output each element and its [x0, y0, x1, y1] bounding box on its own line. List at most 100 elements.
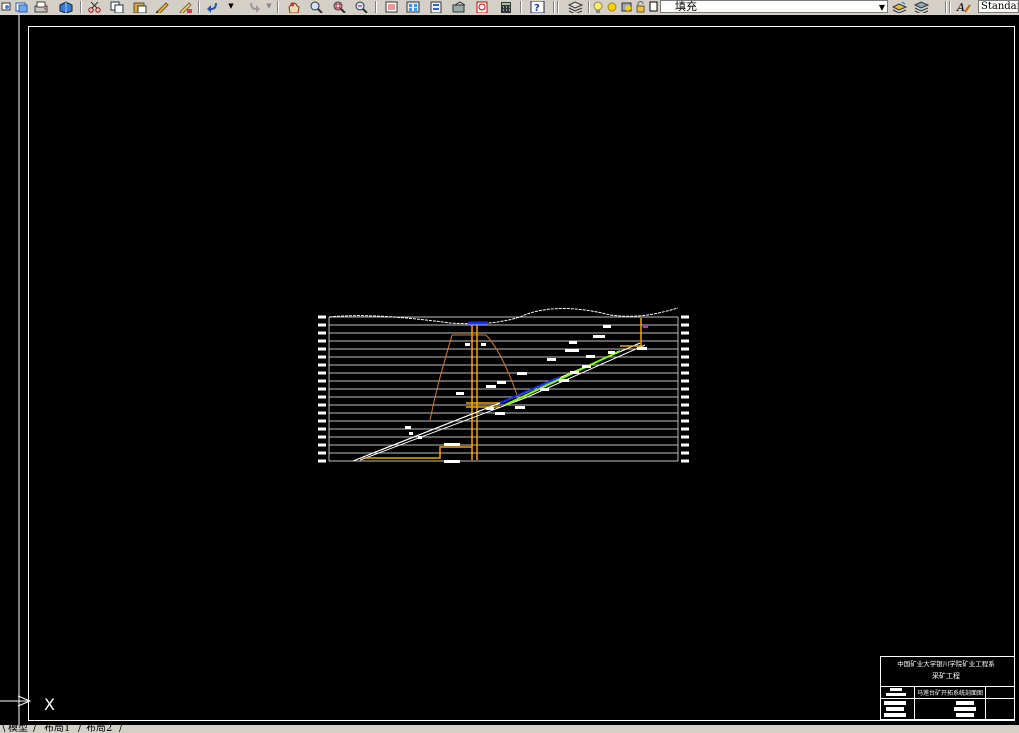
- elevation-tick-label: [681, 323, 689, 327]
- toolbar-separator: [553, 1, 555, 13]
- tab-separator: /: [33, 725, 37, 733]
- section-profile-drawing: [318, 307, 689, 463]
- toolbar-separator: [557, 1, 559, 13]
- title-block: 中国矿业大学银川学院矿业工程系 采矿工程 马莲台矿开拓系统剖面图: [880, 656, 1015, 720]
- toolbar-separator: [198, 1, 200, 13]
- elevation-label: [608, 351, 615, 354]
- redo-icon[interactable]: [244, 0, 262, 13]
- help-icon[interactable]: ?: [528, 0, 546, 13]
- layer-previous-icon[interactable]: [912, 0, 930, 13]
- tab-layout1[interactable]: 布局1: [44, 725, 70, 733]
- tab-nav-arrows[interactable]: \: [2, 725, 5, 733]
- air-shaft: [620, 318, 642, 347]
- zoom-previous-icon[interactable]: [352, 0, 370, 13]
- toolbar-separator: [588, 1, 590, 13]
- elevation-tick-label: [681, 403, 689, 407]
- layer-color-swatch-icon[interactable]: [648, 0, 658, 13]
- sheet-set-icon[interactable]: [450, 0, 468, 13]
- elevation-label: [481, 343, 486, 346]
- elevation-tick-label: [681, 387, 689, 391]
- elevation-tick-label: [318, 443, 326, 447]
- text-style-icon[interactable]: A: [955, 0, 973, 13]
- zoom-window-icon[interactable]: [330, 0, 348, 13]
- redo-dropdown-icon[interactable]: ▼: [264, 0, 274, 13]
- elevation-tick-label: [681, 371, 689, 375]
- zoom-realtime-icon[interactable]: [307, 0, 325, 13]
- elevation-label: [444, 443, 460, 446]
- chevron-down-icon: ▼: [878, 3, 885, 12]
- elevation-tick-label: [318, 355, 326, 359]
- make-object-layer-current-icon[interactable]: [890, 0, 908, 13]
- elevation-tick-label: [681, 331, 689, 335]
- elevation-tick-label: [681, 459, 689, 463]
- elevation-label: [586, 355, 595, 358]
- sun-icon[interactable]: [606, 0, 618, 13]
- elevation-label: [495, 412, 505, 415]
- pan-icon[interactable]: [284, 0, 302, 13]
- elevation-tick-label: [318, 411, 326, 415]
- elevation-tick-label: [681, 419, 689, 423]
- elevation-tick-label: [681, 443, 689, 447]
- elevation-label: [593, 335, 605, 338]
- text-style-dropdown[interactable]: Standard: [978, 0, 1019, 13]
- plot-icon[interactable]: [33, 0, 49, 13]
- elevation-label: [540, 388, 549, 391]
- elevation-tick-label: [318, 379, 326, 383]
- copy-icon[interactable]: [108, 0, 126, 13]
- zoom-previous-icon[interactable]: [0, 0, 12, 13]
- elevation-tick-label: [318, 403, 326, 407]
- paste-icon[interactable]: [130, 0, 148, 13]
- elevation-tick-label: [681, 451, 689, 455]
- tab-layout2[interactable]: 布局2: [86, 725, 112, 733]
- elevation-tick-label: [318, 427, 326, 431]
- incline-roadway-1: [352, 342, 641, 462]
- elevation-label: [637, 347, 647, 350]
- markup-icon[interactable]: [473, 0, 491, 13]
- titleblock-institution: 中国矿业大学银川学院矿业工程系: [897, 659, 995, 668]
- elevation-tick-label: [681, 379, 689, 383]
- toolbar-separator: [80, 1, 82, 13]
- 3d-dwf-icon[interactable]: [56, 0, 74, 13]
- properties-icon[interactable]: [382, 0, 400, 13]
- toolbar-separator: [949, 1, 951, 13]
- design-center-icon[interactable]: [404, 0, 422, 13]
- elevation-tick-label: [681, 411, 689, 415]
- undo-icon[interactable]: [204, 0, 222, 13]
- elevation-label: [486, 385, 496, 388]
- elevation-label: [517, 372, 527, 375]
- tool-palettes-icon[interactable]: [427, 0, 445, 13]
- ucs-x-label: X: [44, 695, 55, 714]
- main-shaft: [471, 325, 478, 460]
- lightbulb-icon[interactable]: [592, 0, 604, 13]
- drawing-canvas[interactable]: 中国矿业大学银川学院矿业工程系 采矿工程 马莲台矿开拓系统剖面图 X: [0, 15, 1019, 725]
- elevation-tick-label: [318, 435, 326, 439]
- elevation-tick-label: [318, 323, 326, 327]
- elevation-label: [497, 381, 506, 384]
- layer-lock-icon[interactable]: [634, 0, 646, 13]
- terrain-surface-line: [328, 307, 679, 325]
- publish-icon[interactable]: [14, 0, 28, 13]
- elevation-tick-label: [318, 451, 326, 455]
- layer-freeze-vp-icon[interactable]: [620, 0, 632, 13]
- cut-icon[interactable]: [85, 0, 103, 13]
- block-editor-icon[interactable]: [176, 0, 194, 13]
- elevation-label: [603, 325, 611, 328]
- layer-properties-icon[interactable]: [566, 0, 584, 13]
- elevation-label: [418, 436, 422, 439]
- elevation-tick-label: [681, 315, 689, 319]
- elevation-tick-label: [681, 355, 689, 359]
- tab-model[interactable]: 模型: [8, 725, 28, 733]
- tab-separator: /: [119, 725, 123, 733]
- elevation-label: [409, 432, 413, 435]
- layer-dropdown[interactable]: 填充 ▼: [660, 0, 888, 13]
- match-properties-icon[interactable]: [153, 0, 171, 13]
- toolbar-separator: [520, 1, 522, 13]
- titleblock-drawing-name: 马莲台矿开拓系统剖面图: [917, 689, 983, 697]
- elevation-label: [405, 426, 411, 429]
- quickcalc-icon[interactable]: [497, 0, 515, 13]
- undo-dropdown-icon[interactable]: ▼: [226, 0, 236, 13]
- layout-tabs-bar: \ 模型 / 布局1 / 布局2 /: [0, 725, 1019, 733]
- elevation-tick-label: [681, 363, 689, 367]
- elevation-tick-label: [681, 427, 689, 431]
- elevation-tick-label: [318, 387, 326, 391]
